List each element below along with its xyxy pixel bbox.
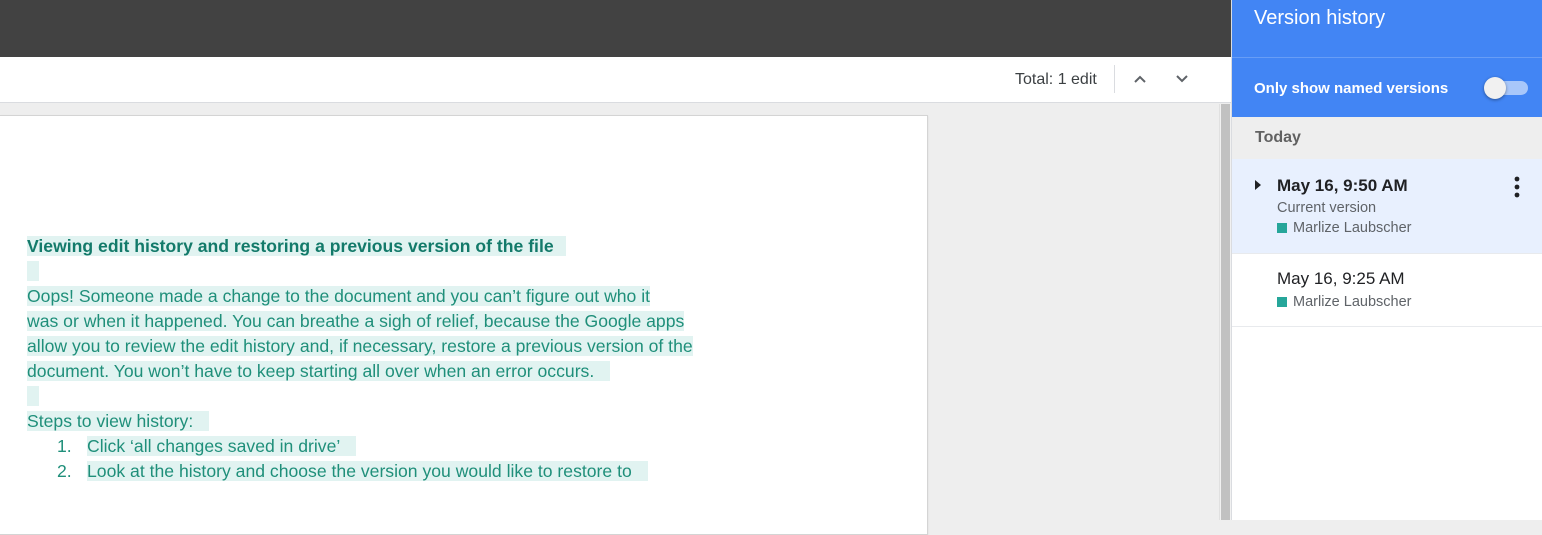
version-history-header: Version history (1232, 0, 1542, 57)
named-versions-filter: Only show named versions (1232, 57, 1542, 117)
author-color-swatch (1277, 297, 1287, 307)
paragraph-line-text: allow you to review the edit history and… (27, 336, 693, 356)
named-versions-filter-label: Only show named versions (1254, 80, 1449, 97)
version-group-label: Today (1255, 129, 1301, 146)
list-item: Click ‘all changes saved in drive’ (87, 434, 357, 459)
paragraph-line-text: document. You won’t have to keep startin… (27, 361, 611, 381)
chevron-up-icon (1134, 75, 1146, 83)
version-author-name: Marlize Laubscher (1293, 220, 1412, 236)
steps-label: Steps to view history: (27, 411, 210, 431)
chevron-down-icon (1176, 75, 1188, 83)
previous-change-button[interactable] (1128, 66, 1152, 92)
version-date: May 16, 9:25 AM (1277, 269, 1405, 288)
document-heading: Viewing edit history and restoring a pre… (27, 236, 566, 256)
version-history-title: Version history (1254, 7, 1386, 29)
document-canvas: Viewing edit history and restoring a pre… (0, 104, 1219, 535)
step-number: 2. (57, 461, 72, 481)
paragraph-line: allow you to review the edit history and… (27, 334, 693, 359)
total-edits-label: Total: 1 edit (1015, 71, 1097, 88)
version-author-name: Marlize Laubscher (1293, 294, 1412, 310)
step-text: Click ‘all changes saved in drive’ (87, 436, 357, 456)
step-number: 1. (57, 436, 72, 456)
version-history-panel: Version history Only show named versions… (1231, 0, 1542, 520)
document-scrollbar[interactable] (1219, 104, 1231, 520)
paragraph-line: document. You won’t have to keep startin… (27, 359, 611, 384)
version-item-current[interactable]: May 16, 9:50 AM Current version Marlize … (1232, 159, 1542, 254)
document-heading-line: Viewing edit history and restoring a pre… (27, 234, 566, 259)
version-date: May 16, 9:50 AM (1277, 176, 1408, 195)
blank-line (27, 384, 39, 409)
caret-right-icon (1255, 180, 1261, 190)
more-vert-icon (1514, 176, 1520, 198)
step-text: Look at the history and choose the versi… (87, 461, 648, 481)
list-item: Look at the history and choose the versi… (87, 459, 648, 484)
paragraph-line-text: was or when it happened. You can breathe… (27, 311, 685, 331)
version-group-header: Today (1232, 117, 1542, 159)
author-color-swatch (1277, 223, 1287, 233)
app-top-bar (0, 0, 1231, 57)
toolbar-divider (1114, 65, 1115, 93)
next-change-button[interactable] (1170, 66, 1194, 92)
version-author: Marlize Laubscher (1277, 294, 1411, 310)
paragraph-line-text: Oops! Someone made a change to the docum… (27, 286, 651, 306)
toggle-knob (1484, 77, 1506, 99)
version-more-options-button[interactable] (1508, 174, 1526, 200)
change-navigation-toolbar: Total: 1 edit (0, 57, 1231, 103)
steps-label-line: Steps to view history: (27, 409, 210, 434)
version-author: Marlize Laubscher (1277, 220, 1411, 236)
document-page[interactable]: Viewing edit history and restoring a pre… (0, 115, 928, 535)
named-versions-toggle[interactable] (1484, 77, 1528, 99)
paragraph-line: was or when it happened. You can breathe… (27, 309, 685, 334)
version-label: Current version (1277, 200, 1377, 216)
paragraph-line: Oops! Someone made a change to the docum… (27, 284, 651, 309)
blank-line (27, 259, 39, 284)
expand-version-button[interactable] (1252, 178, 1264, 192)
scrollbar-thumb[interactable] (1221, 104, 1230, 520)
version-item[interactable]: May 16, 9:25 AM Marlize Laubscher (1232, 254, 1542, 327)
